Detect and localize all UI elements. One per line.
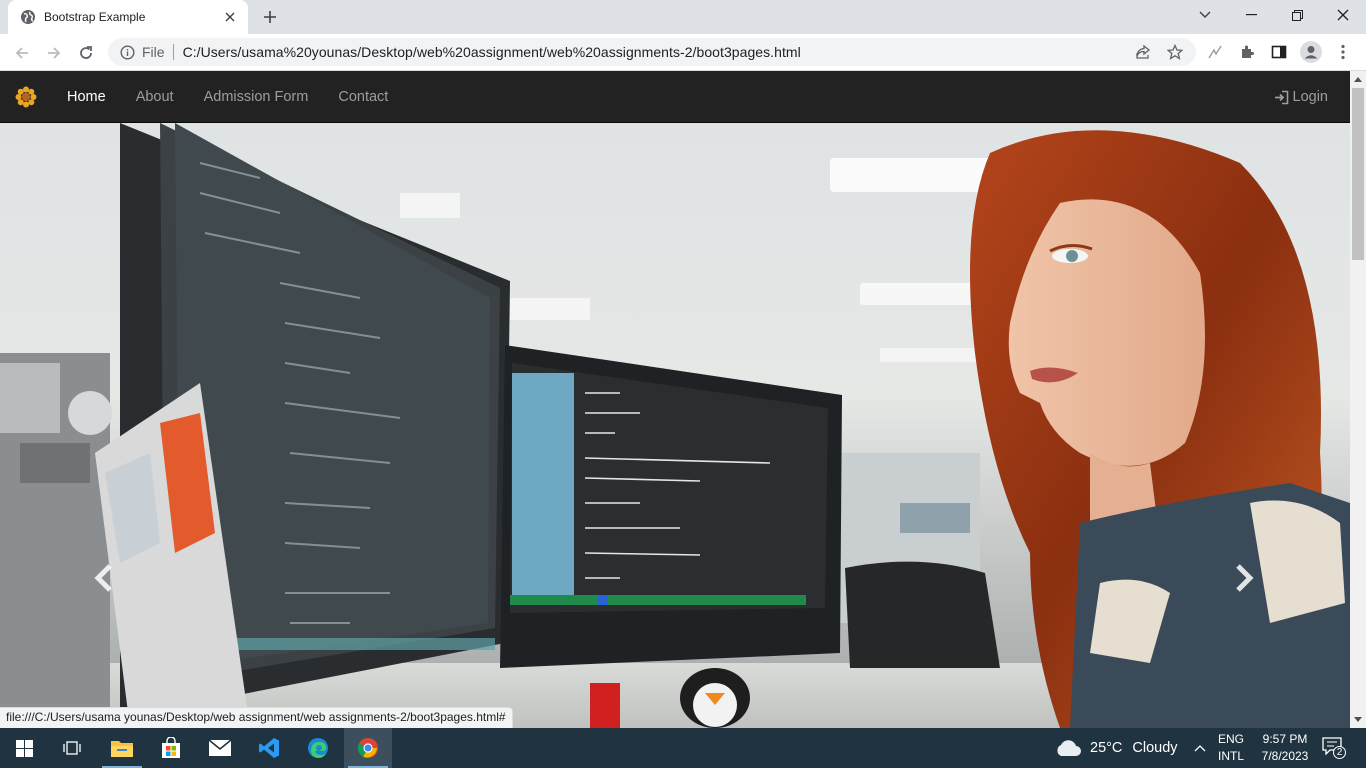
site-navbar: Home About Admission Form Contact Login (0, 71, 1350, 123)
reload-button[interactable] (72, 39, 100, 67)
carousel-prev-button[interactable] (84, 553, 124, 603)
nav-link-admission-form[interactable]: Admission Form (189, 71, 324, 123)
chevron-up-icon[interactable] (1190, 740, 1210, 756)
chrome-menu-icon[interactable] (1332, 41, 1354, 63)
microsoft-store-icon[interactable] (147, 728, 195, 768)
keyboard-layout: INTL (1217, 749, 1244, 763)
link-status-bar: file:///C:/Users/usama younas/Desktop/we… (0, 707, 513, 728)
restore-button[interactable] (1274, 0, 1320, 30)
bookmark-star-icon[interactable] (1166, 43, 1184, 61)
carousel-next-button[interactable] (1224, 553, 1264, 603)
close-window-button[interactable] (1320, 0, 1366, 30)
globe-icon (20, 9, 36, 25)
performance-icon[interactable] (1204, 41, 1226, 63)
notifications-icon[interactable]: 2 (1322, 737, 1346, 759)
tab-search-icon[interactable] (1182, 0, 1228, 30)
windows-taskbar: 25°C Cloudy ENG INTL 9:57 PM 7/8/2023 2 (0, 728, 1366, 768)
tab-title: Bootstrap Example (44, 10, 146, 24)
clock-date: 7/8/2023 (1261, 749, 1309, 763)
login-link[interactable]: Login (1274, 71, 1328, 123)
close-tab-icon[interactable] (222, 9, 238, 25)
tab-strip: Bootstrap Example (0, 0, 1366, 34)
back-button[interactable] (8, 39, 36, 67)
chevron-right-icon (1236, 564, 1254, 592)
weather-temperature: 25°C (1090, 740, 1123, 756)
language-indicator[interactable]: ENG INTL (1214, 731, 1248, 765)
windows-start-icon[interactable] (0, 728, 48, 768)
side-panel-icon[interactable] (1268, 41, 1290, 63)
share-icon[interactable] (1134, 43, 1152, 61)
site-info-icon[interactable] (118, 43, 136, 61)
vscode-icon[interactable] (245, 728, 293, 768)
nav-link-home[interactable]: Home (52, 71, 121, 123)
woman-at-computer-photo (0, 123, 1350, 728)
profile-avatar-icon[interactable] (1300, 41, 1322, 63)
scroll-down-arrow-icon[interactable] (1350, 712, 1366, 728)
chevron-left-icon (94, 564, 112, 592)
url-text[interactable]: C:/Users/usama%20younas/Desktop/web%20as… (183, 44, 801, 60)
file-explorer-icon[interactable] (98, 728, 146, 768)
page-viewport: Home About Admission Form Contact Login (0, 71, 1350, 728)
forward-button[interactable] (40, 39, 68, 67)
edge-icon[interactable] (294, 728, 342, 768)
task-view-icon[interactable] (48, 728, 96, 768)
browser-tab[interactable]: Bootstrap Example (8, 0, 248, 34)
weather-widget[interactable]: 25°C Cloudy (1054, 728, 1178, 768)
chrome-icon[interactable] (344, 728, 392, 768)
scroll-up-arrow-icon[interactable] (1350, 71, 1366, 87)
weather-condition: Cloudy (1132, 740, 1178, 756)
clock[interactable]: 9:57 PM 7/8/2023 (1254, 731, 1316, 765)
extensions-icon[interactable] (1236, 41, 1258, 63)
new-tab-button[interactable] (258, 6, 282, 28)
notification-count-badge: 2 (1333, 746, 1346, 759)
browser-toolbar: File C:/Users/usama%20younas/Desktop/web… (0, 34, 1366, 71)
nav-link-about[interactable]: About (121, 71, 189, 123)
minimize-button[interactable] (1228, 0, 1274, 30)
login-icon (1274, 90, 1288, 104)
mail-icon[interactable] (196, 728, 244, 768)
hero-carousel (0, 123, 1350, 728)
language-code: ENG (1217, 732, 1244, 746)
scheme-label: File (142, 44, 174, 60)
scrollbar-thumb[interactable] (1352, 88, 1364, 260)
login-label: Login (1292, 89, 1328, 105)
page-scrollbar[interactable] (1350, 71, 1366, 728)
cloud-icon (1057, 740, 1081, 756)
nav-link-contact[interactable]: Contact (323, 71, 403, 123)
clock-time: 9:57 PM (1262, 732, 1308, 746)
brand-logo-icon[interactable] (0, 71, 52, 123)
address-bar[interactable]: File C:/Users/usama%20younas/Desktop/web… (108, 38, 1196, 66)
